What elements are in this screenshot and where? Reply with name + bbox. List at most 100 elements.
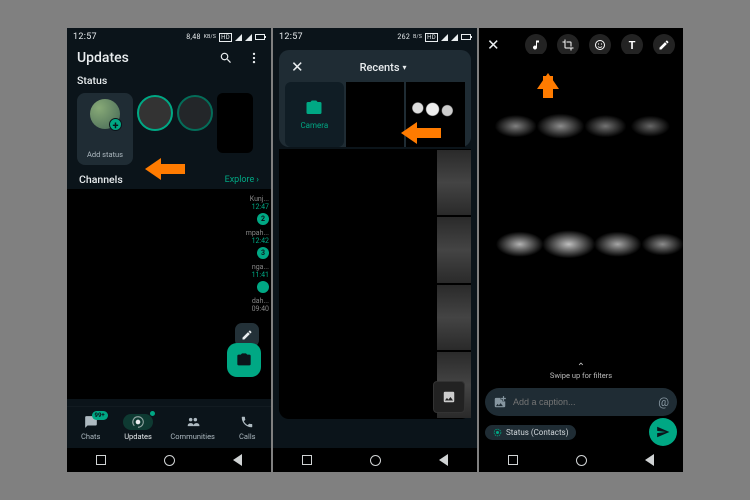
screen-picker: 12:57 262 B/S HD ✕ Recents▾ Camera — [273, 28, 477, 472]
add-status-label: Add status — [87, 150, 123, 159]
camera-tile[interactable]: Camera — [285, 82, 344, 147]
nav-recents[interactable] — [302, 455, 312, 465]
audience-pill[interactable]: Status (Contacts) — [485, 425, 576, 440]
badge: 99+ — [92, 411, 108, 420]
status-ring[interactable] — [137, 95, 173, 131]
status-bar: 12:57 262 B/S HD — [273, 28, 477, 46]
nav-home[interactable] — [370, 455, 381, 466]
send-icon — [656, 425, 670, 439]
caption-row: @ — [485, 388, 677, 416]
tab-communities[interactable]: Communities — [170, 414, 215, 441]
my-avatar: + — [90, 99, 120, 129]
text-icon: T — [629, 39, 636, 52]
badge-dot — [257, 281, 269, 293]
media-tile[interactable] — [437, 285, 471, 351]
battery-icon — [461, 34, 471, 40]
mention-icon[interactable]: @ — [658, 395, 669, 409]
signal-icon-2 — [245, 34, 252, 41]
media-grid-body — [279, 149, 471, 419]
channel-item[interactable]: Kunj...12:472 — [227, 195, 271, 225]
camera-icon — [305, 99, 323, 117]
annotation-arrow — [145, 158, 185, 180]
signal-icon — [441, 34, 448, 41]
nav-recents[interactable] — [508, 455, 518, 465]
sticker-button[interactable] — [589, 34, 611, 56]
pencil-icon — [658, 39, 670, 51]
annotation-arrow — [401, 122, 441, 144]
media-tile[interactable] — [437, 150, 471, 216]
swipe-hint: Swipe up for filters — [479, 362, 683, 380]
tab-calls[interactable]: Calls — [232, 414, 262, 441]
crop-icon — [562, 39, 574, 51]
nav-recents[interactable] — [96, 455, 106, 465]
volte-icon: HD — [425, 33, 438, 42]
clock: 12:57 — [73, 32, 97, 42]
pencil-icon — [241, 329, 253, 341]
close-button[interactable]: ✕ — [291, 58, 304, 76]
channels-list: Kunj...12:472 mpah...12:423 nga...11:41 … — [67, 189, 271, 399]
media-tile[interactable] — [437, 217, 471, 283]
nav-back[interactable] — [233, 454, 242, 466]
tab-updates[interactable]: Updates — [123, 414, 153, 441]
page-title: Updates — [77, 50, 129, 66]
channel-item[interactable]: mpah...12:423 — [227, 229, 271, 259]
status-thumb[interactable] — [217, 93, 253, 153]
recents-dropdown[interactable]: Recents▾ — [360, 61, 407, 74]
volte-icon: HD — [219, 33, 232, 42]
explore-link[interactable]: Explore› — [225, 173, 259, 186]
status-row: + Add status — [67, 91, 271, 167]
camera-fab[interactable] — [227, 343, 261, 377]
status-bar: 12:57 8,48 KB/S HD — [67, 28, 271, 46]
nav-home[interactable] — [164, 455, 175, 466]
send-button[interactable] — [649, 418, 677, 446]
plus-icon: + — [109, 118, 122, 131]
media-tile[interactable] — [346, 82, 405, 147]
status-icon — [493, 428, 502, 437]
badge-dot — [150, 411, 155, 416]
nav-back[interactable] — [439, 454, 448, 466]
channel-item[interactable]: dah...09:40 — [227, 297, 271, 313]
android-nav — [273, 448, 477, 472]
search-icon[interactable] — [219, 51, 233, 65]
channel-item[interactable]: nga...11:41 — [227, 263, 271, 293]
crop-rotate-button[interactable] — [557, 34, 579, 56]
camera-label: Camera — [300, 121, 328, 130]
nav-home[interactable] — [576, 455, 587, 466]
gallery-preview-button[interactable] — [433, 381, 465, 413]
net-speed: 8,48 — [186, 33, 200, 41]
close-button[interactable]: ✕ — [487, 36, 500, 54]
chevron-right-icon: › — [256, 175, 259, 185]
battery-icon — [255, 34, 265, 40]
status-section-heading: Status — [67, 72, 271, 91]
camera-icon — [236, 352, 252, 368]
add-media-icon[interactable] — [493, 395, 507, 409]
channels-heading: Channels — [79, 173, 123, 186]
text-button[interactable]: T — [621, 34, 643, 56]
clock: 12:57 — [279, 32, 303, 42]
communities-icon — [186, 415, 200, 429]
header: Updates — [67, 46, 271, 72]
emoji-icon — [594, 39, 606, 51]
bottom-tabs: 99+ Chats Updates Communities Calls — [67, 406, 271, 448]
add-status-card[interactable]: + Add status — [77, 93, 133, 165]
music-button[interactable] — [525, 34, 547, 56]
android-nav — [479, 448, 683, 472]
status-ring[interactable] — [177, 95, 213, 131]
caption-input[interactable] — [513, 397, 652, 407]
nav-back[interactable] — [645, 454, 654, 466]
screen-updates: 12:57 8,48 KB/S HD Updates Status + — [67, 28, 271, 472]
screen-editor: ✕ T Swipe up for filters @ Status (Conta… — [479, 28, 683, 472]
image-preview[interactable] — [479, 54, 683, 382]
annotation-arrow — [537, 62, 559, 98]
signal-icon-2 — [451, 34, 458, 41]
image-icon — [442, 390, 456, 404]
status-icon — [131, 415, 145, 429]
signal-icon — [235, 34, 242, 41]
draw-button[interactable] — [653, 34, 675, 56]
android-nav — [67, 448, 271, 472]
phone-icon — [240, 415, 254, 429]
more-icon[interactable] — [247, 51, 261, 65]
chevron-down-icon: ▾ — [402, 63, 406, 72]
music-note-icon — [530, 39, 542, 51]
tab-chats[interactable]: 99+ Chats — [76, 414, 106, 441]
